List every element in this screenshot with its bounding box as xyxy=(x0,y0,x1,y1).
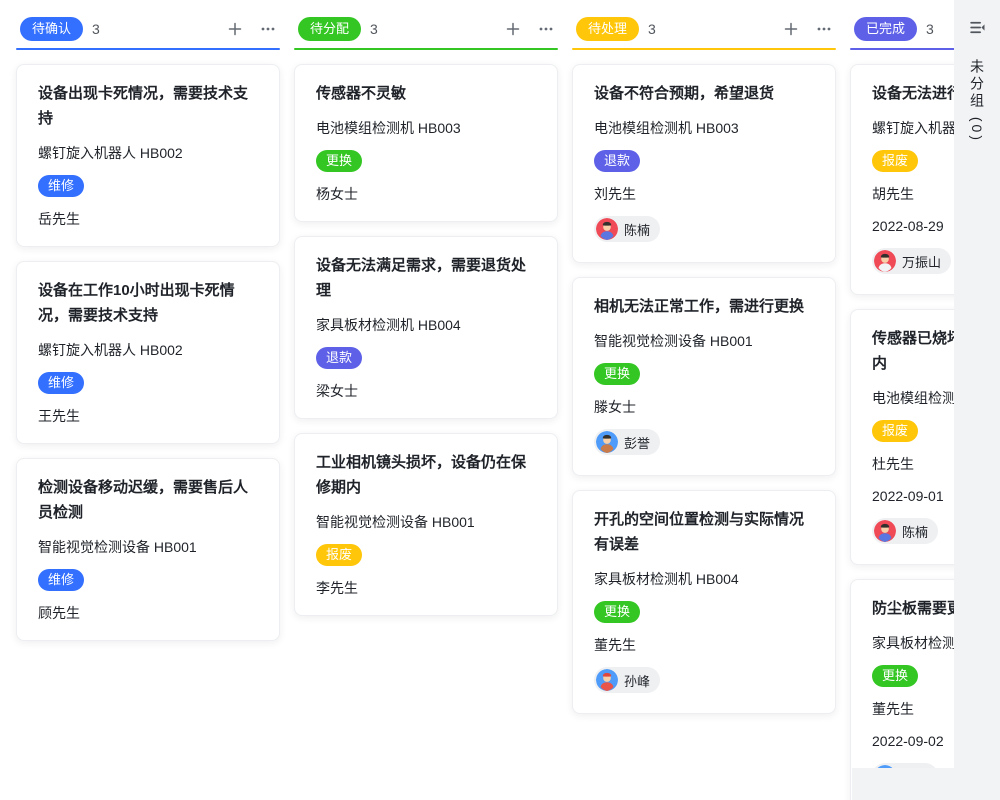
card-device: 智能视觉检测设备 HB001 xyxy=(38,537,258,557)
kanban-column: 待分配 3 xyxy=(294,16,558,616)
kanban-board: 待确认 3 xyxy=(0,0,1000,800)
kanban-card[interactable]: 检测设备移动迟缓，需要售后人员检测 智能视觉检测设备 HB001 维修 顾先生 xyxy=(16,458,280,641)
card-device: 电池模组检测机 HB003 xyxy=(316,118,536,138)
column-status-badge: 待确认 xyxy=(20,17,83,41)
card-title: 设备无法满足需求，需要退货处理 xyxy=(316,253,536,303)
add-card-button[interactable] xyxy=(779,17,803,41)
card-title: 传感器不灵敏 xyxy=(316,81,536,106)
card-title: 相机无法正常工作，需进行更换 xyxy=(594,294,814,319)
column-cards: 设备不符合预期，希望退货 电池模组检测机 HB003 退款 刘先生 陈楠 相机无… xyxy=(572,64,836,714)
assignee-chip: 陈楠 xyxy=(594,216,660,242)
column-header: 待确认 3 xyxy=(16,16,280,42)
column-more-button[interactable] xyxy=(256,17,280,41)
column-color-bar xyxy=(572,48,836,50)
card-tag: 更换 xyxy=(872,665,918,687)
assignee-name: 万振山 xyxy=(902,252,941,271)
card-person: 岳先生 xyxy=(38,209,258,229)
column-more-button[interactable] xyxy=(534,17,558,41)
card-device: 智能视觉检测设备 HB001 xyxy=(316,512,536,532)
kanban-card[interactable]: 设备不符合预期，希望退货 电池模组检测机 HB003 退款 刘先生 陈楠 xyxy=(572,64,836,263)
card-device: 螺钉旋入机器人 HB002 xyxy=(38,143,258,163)
column-count: 3 xyxy=(926,21,934,37)
card-device: 家具板材检测机 HB004 xyxy=(594,569,814,589)
card-tag: 退款 xyxy=(316,347,362,369)
column-status-badge: 待分配 xyxy=(298,17,361,41)
card-tag: 更换 xyxy=(316,150,362,172)
collapsed-group-panel[interactable]: 未分组 (0) xyxy=(954,0,1000,800)
kanban-card[interactable]: 传感器不灵敏 电池模组检测机 HB003 更换 杨女士 xyxy=(294,64,558,222)
card-device: 螺钉旋入机器人 HB002 xyxy=(38,340,258,360)
card-person: 梁女士 xyxy=(316,381,536,401)
assignee-chip: 万振山 xyxy=(872,248,951,274)
column-header: 待分配 3 xyxy=(294,16,558,42)
column-count: 3 xyxy=(648,21,656,37)
column-color-bar xyxy=(294,48,558,50)
card-title: 设备在工作10小时出现卡死情况，需要技术支持 xyxy=(38,278,258,328)
column-status-badge: 已完成 xyxy=(854,17,917,41)
card-person: 董先生 xyxy=(594,635,814,655)
column-count: 3 xyxy=(92,21,100,37)
card-tag: 维修 xyxy=(38,569,84,591)
card-person: 刘先生 xyxy=(594,184,814,204)
avatar xyxy=(874,520,896,542)
expand-panel-icon[interactable] xyxy=(965,15,989,39)
column-cards: 传感器不灵敏 电池模组检测机 HB003 更换 杨女士 设备无法满足需求，需要退… xyxy=(294,64,558,616)
kanban-card[interactable]: 开孔的空间位置检测与实际情况有误差 家具板材检测机 HB004 更换 董先生 孙… xyxy=(572,490,836,714)
card-device: 家具板材检测机 HB004 xyxy=(316,315,536,335)
card-tag: 退款 xyxy=(594,150,640,172)
card-title: 检测设备移动迟缓，需要售后人员检测 xyxy=(38,475,258,525)
card-tag: 报废 xyxy=(872,150,918,172)
card-tag: 报废 xyxy=(316,544,362,566)
assignee-name: 陈楠 xyxy=(624,220,650,239)
assignee-name: 陈楠 xyxy=(902,522,928,541)
card-title: 设备出现卡死情况，需要技术支持 xyxy=(38,81,258,131)
card-person: 王先生 xyxy=(38,406,258,426)
column-header: 待处理 3 xyxy=(572,16,836,42)
card-tag: 维修 xyxy=(38,175,84,197)
kanban-card[interactable]: 设备在工作10小时出现卡死情况，需要技术支持 螺钉旋入机器人 HB002 维修 … xyxy=(16,261,280,444)
add-card-button[interactable] xyxy=(501,17,525,41)
assignee-chip: 彭誉 xyxy=(594,429,660,455)
card-tag: 更换 xyxy=(594,363,640,385)
kanban-column: 待处理 3 xyxy=(572,16,836,714)
add-card-button[interactable] xyxy=(223,17,247,41)
avatar xyxy=(596,218,618,240)
column-cards: 设备出现卡死情况，需要技术支持 螺钉旋入机器人 HB002 维修 岳先生 设备在… xyxy=(16,64,280,641)
card-tag: 更换 xyxy=(594,601,640,623)
card-person: 顾先生 xyxy=(38,603,258,623)
collapsed-group-label: 未分组 (0) xyxy=(967,59,987,143)
card-title: 工业相机镜头损坏，设备仍在保修期内 xyxy=(316,450,536,500)
card-title: 开孔的空间位置检测与实际情况有误差 xyxy=(594,507,814,557)
column-more-button[interactable] xyxy=(812,17,836,41)
kanban-card[interactable]: 工业相机镜头损坏，设备仍在保修期内 智能视觉检测设备 HB001 报废 李先生 xyxy=(294,433,558,616)
assignee-chip: 孙峰 xyxy=(594,667,660,693)
card-title: 设备不符合预期，希望退货 xyxy=(594,81,814,106)
kanban-card[interactable]: 设备无法满足需求，需要退货处理 家具板材检测机 HB004 退款 梁女士 xyxy=(294,236,558,419)
kanban-column: 待确认 3 xyxy=(16,16,280,641)
card-device: 智能视觉检测设备 HB001 xyxy=(594,331,814,351)
avatar xyxy=(874,250,896,272)
column-count: 3 xyxy=(370,21,378,37)
assignee-chip: 陈楠 xyxy=(872,518,938,544)
column-color-bar xyxy=(16,48,280,50)
avatar xyxy=(596,431,618,453)
kanban-card[interactable]: 相机无法正常工作，需进行更换 智能视觉检测设备 HB001 更换 滕女士 彭誉 xyxy=(572,277,836,476)
avatar xyxy=(596,669,618,691)
card-person: 杨女士 xyxy=(316,184,536,204)
kanban-card[interactable]: 设备出现卡死情况，需要技术支持 螺钉旋入机器人 HB002 维修 岳先生 xyxy=(16,64,280,247)
card-tag: 维修 xyxy=(38,372,84,394)
assignee-name: 彭誉 xyxy=(624,433,650,452)
card-device: 电池模组检测机 HB003 xyxy=(594,118,814,138)
column-status-badge: 待处理 xyxy=(576,17,639,41)
card-person: 滕女士 xyxy=(594,397,814,417)
card-tag: 报废 xyxy=(872,420,918,442)
assignee-name: 孙峰 xyxy=(624,671,650,690)
card-person: 李先生 xyxy=(316,578,536,598)
